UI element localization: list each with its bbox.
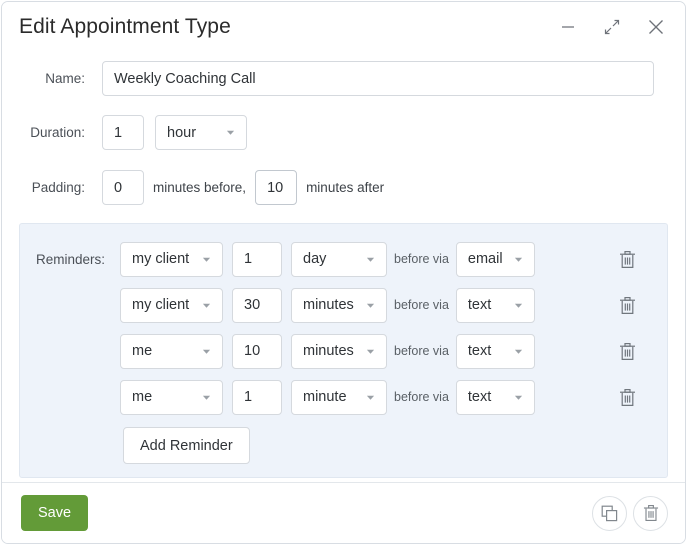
reminder-row: me minutes before via text (20, 328, 667, 374)
reminder-channel-value: text (467, 297, 492, 313)
close-icon (649, 19, 663, 34)
trash-icon (643, 505, 658, 521)
padding-before-input[interactable] (102, 170, 144, 205)
name-input[interactable] (102, 61, 654, 96)
padding-middle-text: minutes before, (153, 180, 247, 195)
reminder-recipient-value: me (132, 389, 153, 405)
chevron-down-icon (514, 303, 523, 308)
chevron-down-icon (226, 130, 235, 135)
chevron-down-icon (514, 349, 523, 354)
name-row: Name: (2, 61, 685, 96)
reminder-middle-text: before via (394, 252, 449, 266)
reminder-recipient-select[interactable]: my client (120, 241, 223, 277)
reminder-row: my client minutes before via text (20, 282, 667, 328)
reminder-unit-value: day (303, 251, 327, 267)
duration-unit-value: hour (167, 124, 197, 141)
reminder-recipient-value: my client (132, 251, 190, 267)
add-reminder-button[interactable]: Add Reminder (123, 427, 250, 464)
dialog-footer: Save (2, 482, 685, 543)
name-label: Name: (45, 71, 85, 86)
dialog-titlebar: Edit Appointment Type (2, 2, 685, 51)
edit-appointment-type-dialog: Edit Appointment Type Name: Weekly Coach… (1, 1, 686, 544)
reminder-channel-select[interactable]: email (455, 241, 535, 277)
duplicate-button[interactable] (592, 495, 627, 531)
reminder-unit-value: minute (303, 389, 347, 405)
add-reminder-row: Add Reminder (20, 420, 667, 464)
reminder-delete-button[interactable] (615, 338, 639, 364)
padding-after-input[interactable] (255, 170, 298, 205)
trash-icon (619, 342, 635, 360)
reminder-amount-input[interactable] (232, 241, 282, 277)
reminder-amount-input[interactable] (232, 379, 282, 415)
chevron-down-icon (514, 395, 523, 400)
dialog-title: Edit Appointment Type (19, 14, 231, 38)
reminder-recipient-select[interactable]: my client (120, 287, 223, 323)
copy-icon (601, 505, 618, 521)
chevron-down-icon (202, 303, 211, 308)
save-button[interactable]: Save (21, 495, 89, 531)
trash-icon (619, 250, 635, 268)
chevron-down-icon (202, 349, 211, 354)
duration-amount-input[interactable] (102, 115, 144, 150)
reminder-row: Reminders: my client day before via emai… (20, 236, 667, 282)
window-controls (557, 16, 667, 38)
reminder-unit-select[interactable]: minutes (291, 333, 387, 369)
app-screen: Edit Appointment Type Name: Weekly Coach… (0, 0, 689, 546)
minimize-button[interactable] (557, 16, 579, 38)
reminder-channel-value: email (467, 251, 503, 267)
collapse-button[interactable] (601, 16, 623, 38)
reminder-unit-select[interactable]: day (291, 241, 387, 277)
reminder-channel-value: text (467, 389, 492, 405)
reminder-delete-button[interactable] (615, 384, 639, 410)
reminder-channel-value: text (467, 343, 492, 359)
reminder-row: me minute before via text (20, 374, 667, 420)
chevron-down-icon (202, 395, 211, 400)
reminder-delete-button[interactable] (615, 246, 639, 272)
duration-row: Duration: hour (2, 115, 685, 150)
collapse-icon (604, 19, 620, 34)
duration-unit-select[interactable]: hour (155, 115, 247, 150)
reminder-recipient-value: me (132, 343, 153, 359)
reminders-panel: Reminders: my client day before via emai… (19, 223, 668, 478)
dialog-content: Name: Duration: hour Padding: minutes be… (2, 51, 685, 482)
duration-label: Duration: (30, 125, 85, 140)
reminder-channel-select[interactable]: text (455, 333, 535, 369)
reminder-middle-text: before via (394, 390, 449, 404)
chevron-down-icon (366, 349, 375, 354)
close-button[interactable] (645, 16, 667, 38)
chevron-down-icon (366, 303, 375, 308)
padding-label: Padding: (31, 180, 85, 195)
chevron-down-icon (514, 257, 523, 262)
trash-icon (619, 296, 635, 314)
reminders-label: Reminders: (35, 251, 105, 267)
minimize-icon (562, 25, 574, 28)
reminder-amount-input[interactable] (232, 333, 282, 369)
trash-icon (619, 388, 635, 406)
reminder-middle-text: before via (394, 344, 449, 358)
reminder-middle-text: before via (394, 298, 449, 312)
chevron-down-icon (202, 257, 211, 262)
reminder-amount-input[interactable] (232, 287, 282, 323)
reminder-unit-select[interactable]: minutes (291, 287, 387, 323)
delete-appointment-type-button[interactable] (633, 495, 668, 531)
padding-row: Padding: minutes before, minutes after (2, 170, 685, 205)
reminder-unit-value: minutes (303, 297, 354, 313)
padding-after-text: minutes after (306, 180, 385, 195)
reminder-channel-select[interactable]: text (455, 379, 535, 415)
reminder-channel-select[interactable]: text (455, 287, 535, 323)
chevron-down-icon (366, 257, 375, 262)
reminder-unit-value: minutes (303, 343, 354, 359)
reminder-recipient-select[interactable]: me (120, 333, 223, 369)
reminder-recipient-value: my client (132, 297, 190, 313)
chevron-down-icon (366, 395, 375, 400)
reminder-recipient-select[interactable]: me (120, 379, 223, 415)
reminder-unit-select[interactable]: minute (291, 379, 387, 415)
reminder-delete-button[interactable] (615, 292, 639, 318)
